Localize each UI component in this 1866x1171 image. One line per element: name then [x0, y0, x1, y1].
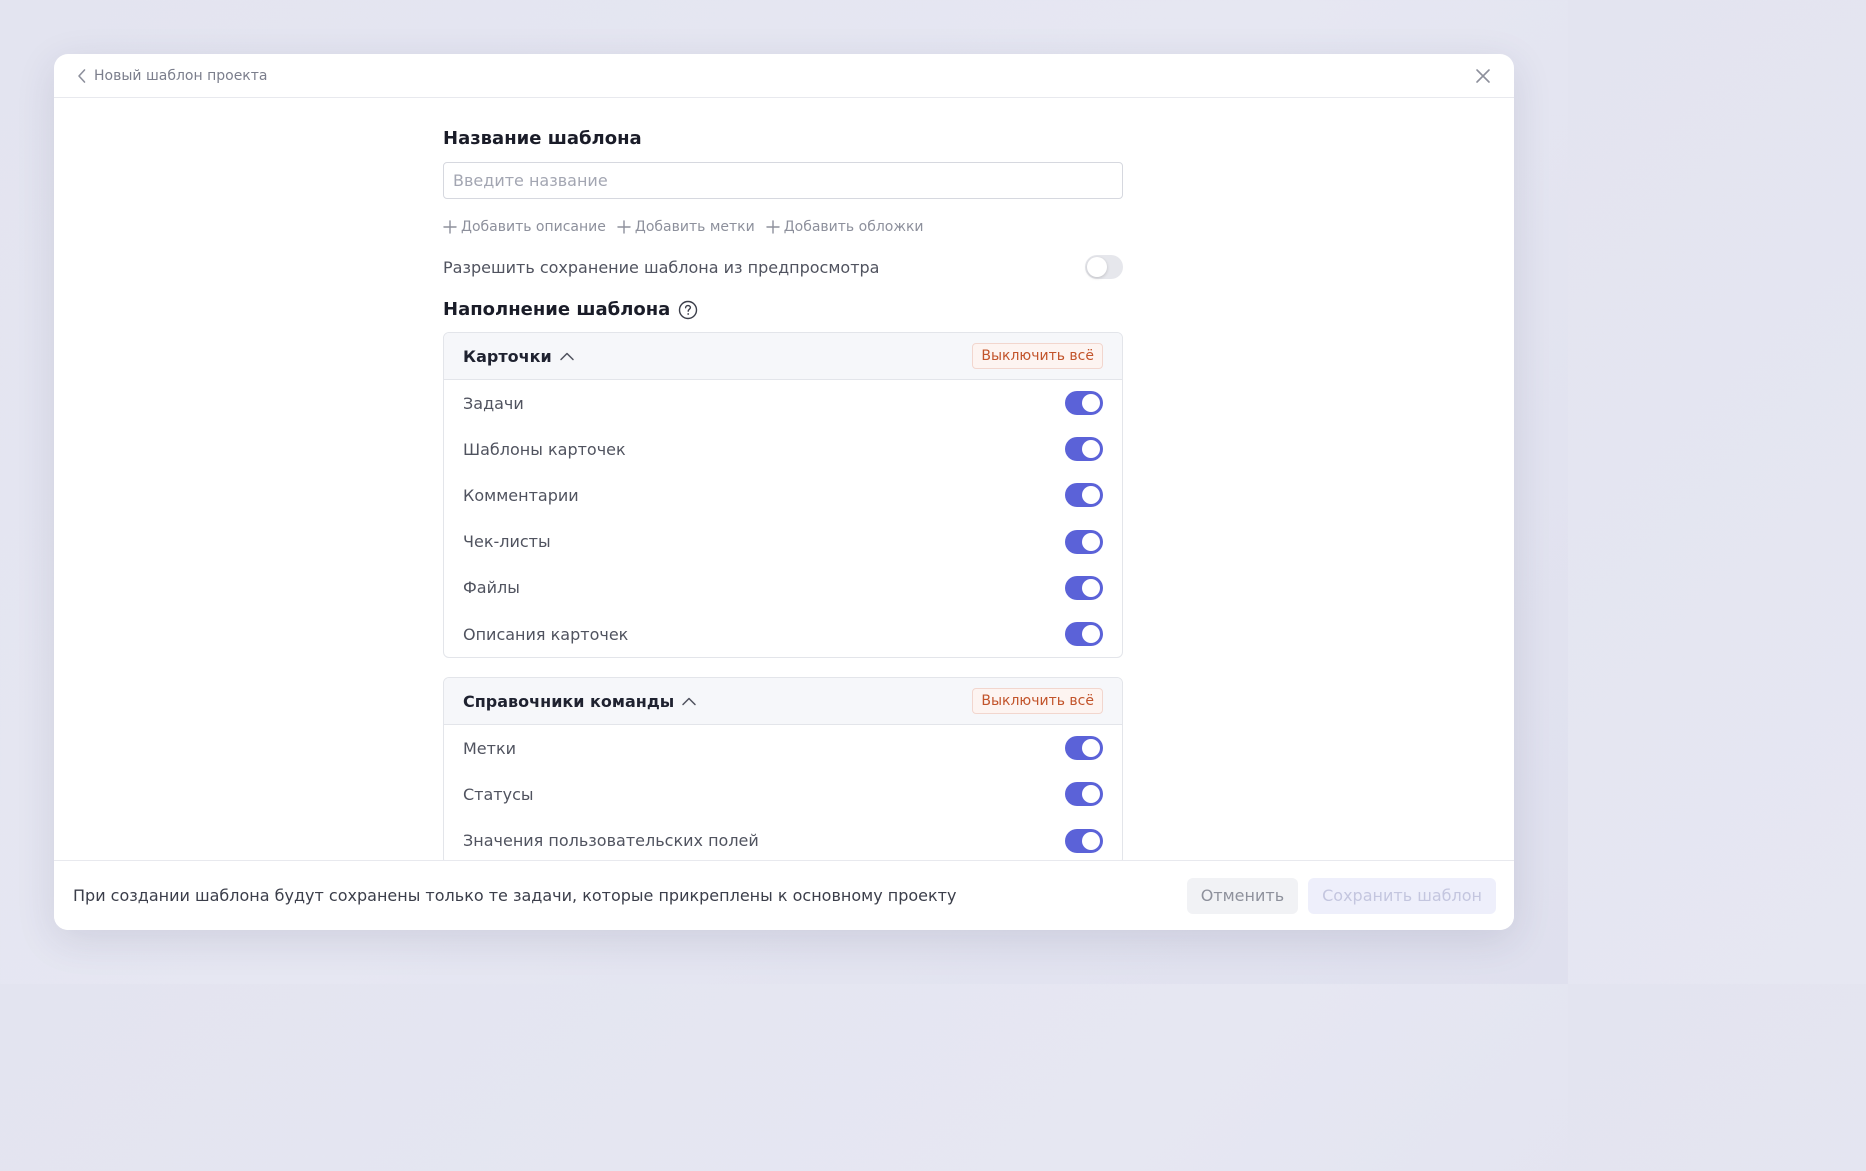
plus-icon — [443, 220, 457, 234]
section-team-directories-title: Справочники команды — [463, 691, 675, 711]
item-toggle[interactable] — [1065, 437, 1103, 462]
add-links: Добавить описание Добавить метки Добавит… — [443, 218, 1123, 236]
item-label: Комментарии — [463, 485, 579, 505]
template-name-input[interactable] — [443, 162, 1123, 199]
add-tags-button[interactable]: Добавить метки — [617, 218, 755, 236]
chevron-left-icon — [78, 68, 86, 83]
list-item: Описания карточек — [444, 611, 1122, 657]
section-cards: Карточки Выключить всё Задачи Шаблоны ка… — [443, 332, 1123, 659]
list-item: Шаблоны карточек — [444, 426, 1122, 472]
save-template-button[interactable]: Сохранить шаблон — [1308, 877, 1496, 914]
list-item: Значения пользовательских полей — [444, 818, 1122, 864]
item-toggle[interactable] — [1065, 828, 1103, 853]
help-icon[interactable] — [678, 300, 698, 320]
item-label: Шаблоны карточек — [463, 439, 626, 459]
item-label: Чек-листы — [463, 532, 551, 552]
template-fill-title: Наполнение шаблона — [443, 299, 1123, 320]
item-toggle[interactable] — [1065, 782, 1103, 807]
footer-buttons: Отменить Сохранить шаблон — [1186, 877, 1496, 914]
plus-icon — [617, 220, 631, 234]
back-button[interactable]: Новый шаблон проекта — [76, 68, 268, 84]
add-covers-button[interactable]: Добавить обложки — [766, 218, 924, 236]
allow-preview-toggle[interactable] — [1085, 255, 1123, 279]
item-toggle[interactable] — [1065, 575, 1103, 600]
list-item: Статусы — [444, 771, 1122, 817]
item-label: Задачи — [463, 393, 524, 413]
section-cards-title: Карточки — [463, 346, 552, 366]
section-team-directories-toggle[interactable]: Справочники команды — [463, 692, 697, 711]
section-cards-toggle[interactable]: Карточки — [463, 347, 575, 366]
disable-all-button[interactable]: Выключить всё — [972, 688, 1103, 715]
allow-preview-label: Разрешить сохранение шаблона из предпрос… — [443, 257, 880, 277]
item-label: Значения пользовательских полей — [463, 831, 759, 851]
form-content: Название шаблона Добавить описание Добав… — [443, 98, 1123, 865]
allow-preview-row: Разрешить сохранение шаблона из предпрос… — [443, 255, 1123, 279]
plus-icon — [766, 220, 780, 234]
section-team-directories-header: Справочники команды Выключить всё — [444, 678, 1122, 726]
modal-title: Новый шаблон проекта — [94, 67, 268, 84]
add-description-label: Добавить описание — [461, 219, 606, 235]
list-item: Метки — [444, 725, 1122, 771]
disable-all-button[interactable]: Выключить всё — [972, 343, 1103, 369]
add-tags-label: Добавить метки — [634, 219, 755, 235]
template-name-title: Название шаблона — [443, 128, 642, 149]
template-modal: Новый шаблон проекта Название шаблона До… — [54, 54, 1514, 930]
section-cards-header: Карточки Выключить всё — [444, 333, 1122, 380]
add-description-button[interactable]: Добавить описание — [443, 218, 606, 236]
close-icon[interactable] — [1474, 67, 1492, 85]
section-team-directories: Справочники команды Выключить всё Метки … — [443, 677, 1123, 865]
template-fill-heading: Наполнение шаблона — [443, 299, 671, 320]
chevron-up-icon — [682, 697, 696, 706]
list-item: Комментарии — [444, 472, 1122, 518]
item-label: Метки — [463, 738, 517, 758]
chevron-up-icon — [559, 352, 574, 361]
cancel-button[interactable]: Отменить — [1186, 877, 1299, 914]
list-item: Чек-листы — [444, 519, 1122, 565]
list-item: Задачи — [444, 380, 1122, 426]
modal-footer: При создании шаблона будут сохранены тол… — [54, 860, 1514, 930]
item-label: Описания карточек — [463, 624, 629, 644]
item-toggle[interactable] — [1065, 622, 1103, 647]
list-item: Файлы — [444, 565, 1122, 611]
item-label: Файлы — [463, 578, 520, 598]
item-toggle[interactable] — [1065, 529, 1103, 554]
item-toggle[interactable] — [1065, 483, 1103, 508]
item-toggle[interactable] — [1065, 736, 1103, 761]
item-toggle[interactable] — [1065, 391, 1103, 416]
add-covers-label: Добавить обложки — [783, 219, 924, 235]
item-label: Статусы — [463, 784, 534, 804]
modal-header: Новый шаблон проекта — [54, 54, 1514, 98]
footer-note: При создании шаблона будут сохранены тол… — [73, 886, 957, 905]
